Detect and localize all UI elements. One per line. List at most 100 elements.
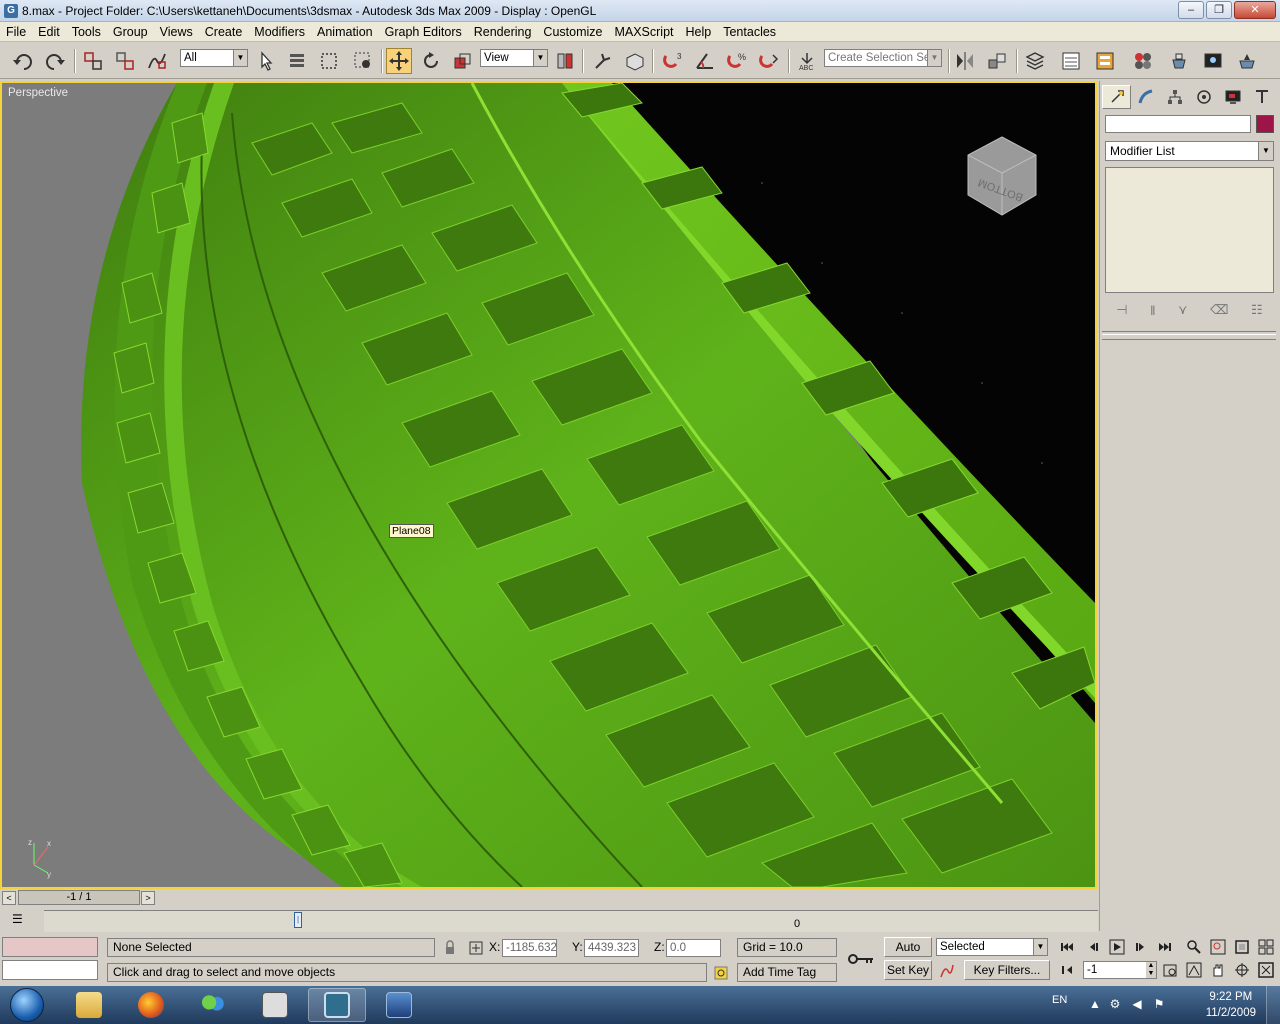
- current-frame-field[interactable]: -1 ▲ ▼: [1083, 961, 1157, 979]
- pin-stack-icon[interactable]: ⊣: [1116, 302, 1127, 318]
- pan-view-icon[interactable]: [1208, 960, 1228, 980]
- menu-create[interactable]: Create: [199, 22, 249, 42]
- set-key-button[interactable]: Set Key: [884, 960, 932, 980]
- undo-icon[interactable]: [10, 48, 36, 74]
- next-frame-icon[interactable]: [1131, 937, 1151, 957]
- restore-button[interactable]: ❐: [1206, 1, 1232, 19]
- modifier-list-dropdown[interactable]: Modifier List ▼: [1105, 141, 1274, 161]
- taskbar-explorer[interactable]: [60, 988, 118, 1022]
- menu-maxscript[interactable]: MAXScript: [608, 22, 679, 42]
- time-cursor[interactable]: |: [294, 912, 302, 928]
- select-object-icon[interactable]: [254, 48, 280, 74]
- select-and-scale-icon[interactable]: [450, 48, 476, 74]
- edit-named-selection-icon[interactable]: ABC: [794, 48, 820, 74]
- show-end-result-icon[interactable]: ‖: [1150, 303, 1155, 318]
- window-crossing-icon[interactable]: [350, 48, 376, 74]
- time-slider-prev-button[interactable]: <: [2, 891, 16, 905]
- schematic-view-icon[interactable]: [1092, 48, 1118, 74]
- menu-rendering[interactable]: Rendering: [468, 22, 538, 42]
- set-key-icon[interactable]: [846, 948, 876, 970]
- taskbar-firefox[interactable]: [122, 988, 180, 1022]
- x-coordinate-field[interactable]: -1185.632: [502, 939, 557, 957]
- viewport-label[interactable]: Perspective: [8, 87, 68, 99]
- start-button[interactable]: [4, 987, 50, 1023]
- 3dsmax-app-icon[interactable]: G: [4, 3, 18, 18]
- quick-render-icon[interactable]: [1234, 48, 1260, 74]
- maximize-viewport-icon[interactable]: [1256, 960, 1276, 980]
- auto-key-button[interactable]: Auto Key: [884, 937, 932, 972]
- track-bar[interactable]: ☰ | 0: [0, 908, 1099, 934]
- track-area[interactable]: [44, 910, 1098, 932]
- snaps-toggle-icon[interactable]: 3: [660, 48, 686, 74]
- minimize-button[interactable]: ‒: [1178, 1, 1204, 19]
- select-and-move-icon[interactable]: [386, 48, 412, 74]
- show-desktop-button[interactable]: [1266, 986, 1280, 1024]
- zoom-extents-all-icon[interactable]: [1256, 937, 1276, 957]
- modifier-stack[interactable]: [1105, 167, 1274, 293]
- taskbar-calculator[interactable]: [246, 988, 304, 1022]
- make-unique-icon[interactable]: ⋎: [1178, 302, 1188, 318]
- menu-edit[interactable]: Edit: [32, 22, 66, 42]
- configure-modifier-sets-icon[interactable]: ☷: [1251, 302, 1263, 318]
- utilities-tab-icon[interactable]: [1247, 85, 1276, 109]
- menu-help[interactable]: Help: [680, 22, 718, 42]
- material-editor-icon[interactable]: [1130, 48, 1156, 74]
- key-mode-dropdown[interactable]: Selected ▼: [936, 938, 1048, 956]
- create-tab-icon[interactable]: [1102, 85, 1131, 109]
- object-color-swatch[interactable]: [1256, 115, 1274, 133]
- unlink-selection-icon[interactable]: [112, 48, 138, 74]
- align-icon[interactable]: [984, 48, 1010, 74]
- absolute-mode-icon[interactable]: [466, 938, 486, 958]
- go-to-start-icon[interactable]: [1057, 937, 1077, 957]
- key-filters-button[interactable]: Key Filters...: [964, 960, 1050, 980]
- zoom-all-icon[interactable]: [1208, 937, 1228, 957]
- default-tangent-icon[interactable]: [937, 961, 957, 981]
- previous-frame-icon[interactable]: [1083, 937, 1103, 957]
- time-tag-icon[interactable]: [711, 963, 731, 983]
- menu-views[interactable]: Views: [154, 22, 199, 42]
- maxscript-mini-input[interactable]: [2, 960, 98, 980]
- menu-tentacles[interactable]: Tentacles: [717, 22, 782, 42]
- taskbar-media-player[interactable]: [370, 988, 428, 1022]
- menu-customize[interactable]: Customize: [537, 22, 608, 42]
- select-and-manipulate-icon[interactable]: [590, 48, 616, 74]
- select-and-rotate-icon[interactable]: [418, 48, 444, 74]
- action-center-icon[interactable]: ⚑: [1152, 997, 1166, 1011]
- layer-manager-icon[interactable]: [1022, 48, 1048, 74]
- taskbar-messenger[interactable]: [184, 988, 242, 1022]
- use-pivot-center-icon[interactable]: [552, 48, 578, 74]
- selection-filter-dropdown[interactable]: All ▼: [180, 49, 248, 67]
- go-to-end-icon[interactable]: [1155, 937, 1175, 957]
- modify-tab-icon[interactable]: [1131, 85, 1160, 109]
- angle-snap-toggle-icon[interactable]: [692, 48, 718, 74]
- render-setup-icon[interactable]: [1166, 48, 1192, 74]
- field-of-view-icon[interactable]: [1184, 960, 1204, 980]
- z-coordinate-field[interactable]: 0.0: [666, 939, 721, 957]
- curve-editor-icon[interactable]: [1058, 48, 1084, 74]
- mini-curve-editor-icon[interactable]: ☰: [12, 912, 32, 928]
- menu-group[interactable]: Group: [107, 22, 154, 42]
- menu-modifiers[interactable]: Modifiers: [248, 22, 311, 42]
- perspective-viewport[interactable]: Perspective Plane08 BOTTOM z x y: [0, 81, 1097, 889]
- menu-tools[interactable]: Tools: [66, 22, 107, 42]
- object-name-field[interactable]: [1105, 115, 1251, 133]
- remove-modifier-icon[interactable]: ⌫: [1210, 302, 1228, 318]
- redo-icon[interactable]: [42, 48, 68, 74]
- menu-animation[interactable]: Animation: [311, 22, 379, 42]
- time-slider[interactable]: < -1 / 1 >: [0, 889, 1099, 907]
- y-coordinate-field[interactable]: 4439.323: [584, 939, 639, 957]
- spinner-icon[interactable]: ▲ ▼: [1146, 962, 1156, 978]
- show-hidden-icons-icon[interactable]: ▲: [1088, 997, 1102, 1011]
- viewcube-icon[interactable]: BOTTOM: [964, 135, 1040, 219]
- lock-selection-icon[interactable]: [440, 938, 460, 958]
- display-tab-icon[interactable]: [1218, 85, 1247, 109]
- menu-graph-editors[interactable]: Graph Editors: [379, 22, 468, 42]
- maxscript-listener-mini[interactable]: [2, 937, 98, 957]
- zoom-icon[interactable]: [1184, 937, 1204, 957]
- language-indicator[interactable]: EN: [1052, 994, 1067, 1006]
- mirror-icon[interactable]: [952, 48, 978, 74]
- time-configuration-icon[interactable]: [1160, 960, 1180, 980]
- named-selection-dropdown[interactable]: Create Selection Set ▼: [824, 49, 942, 67]
- bind-to-space-warp-icon[interactable]: [144, 48, 170, 74]
- time-slider-next-button[interactable]: >: [141, 891, 155, 905]
